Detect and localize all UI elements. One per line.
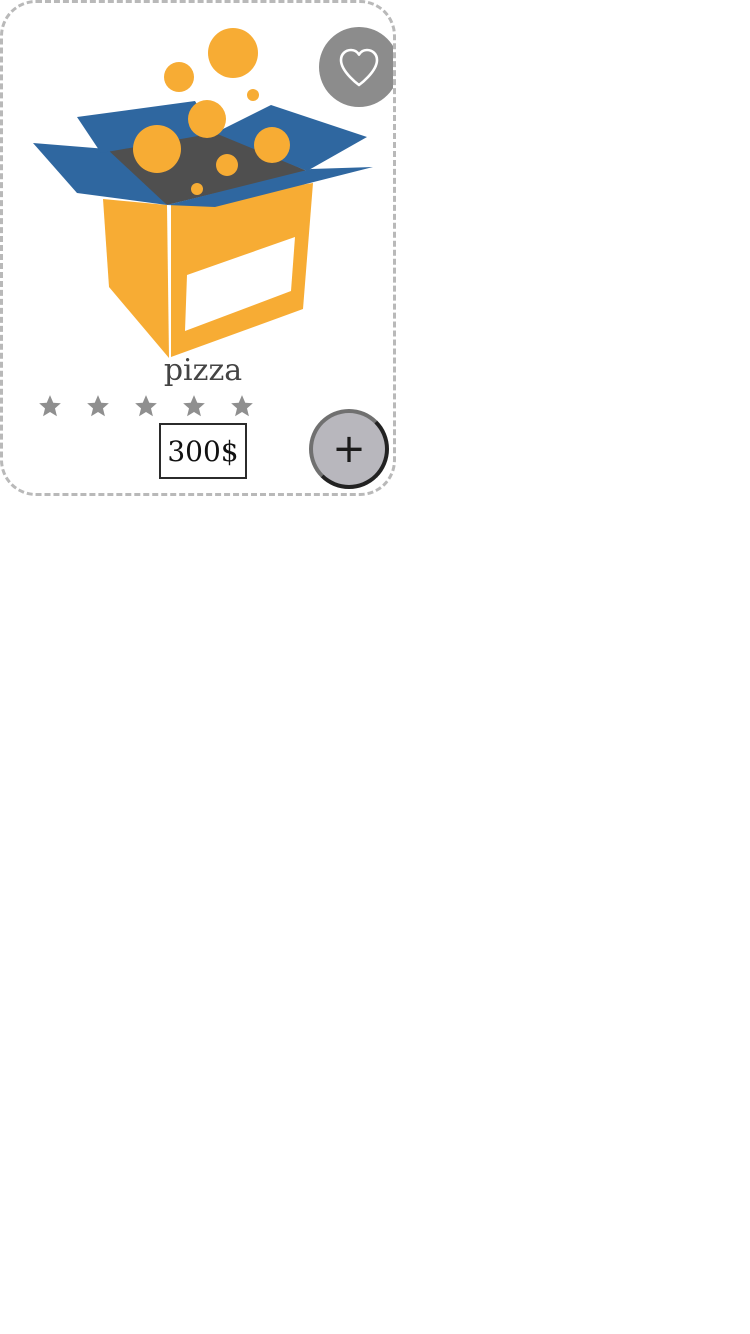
add-to-cart-button[interactable]: + bbox=[309, 409, 389, 489]
star-icon[interactable] bbox=[181, 393, 207, 419]
star-rating[interactable] bbox=[37, 393, 255, 419]
star-icon[interactable] bbox=[229, 393, 255, 419]
product-card[interactable]: pizza 300$ + bbox=[0, 0, 396, 496]
product-name: pizza bbox=[163, 353, 243, 388]
price-label: 300$ bbox=[159, 423, 247, 479]
star-icon[interactable] bbox=[85, 393, 111, 419]
favorite-button[interactable] bbox=[319, 27, 393, 107]
star-icon[interactable] bbox=[133, 393, 159, 419]
star-icon[interactable] bbox=[37, 393, 63, 419]
heart-outline-icon bbox=[339, 48, 379, 87]
